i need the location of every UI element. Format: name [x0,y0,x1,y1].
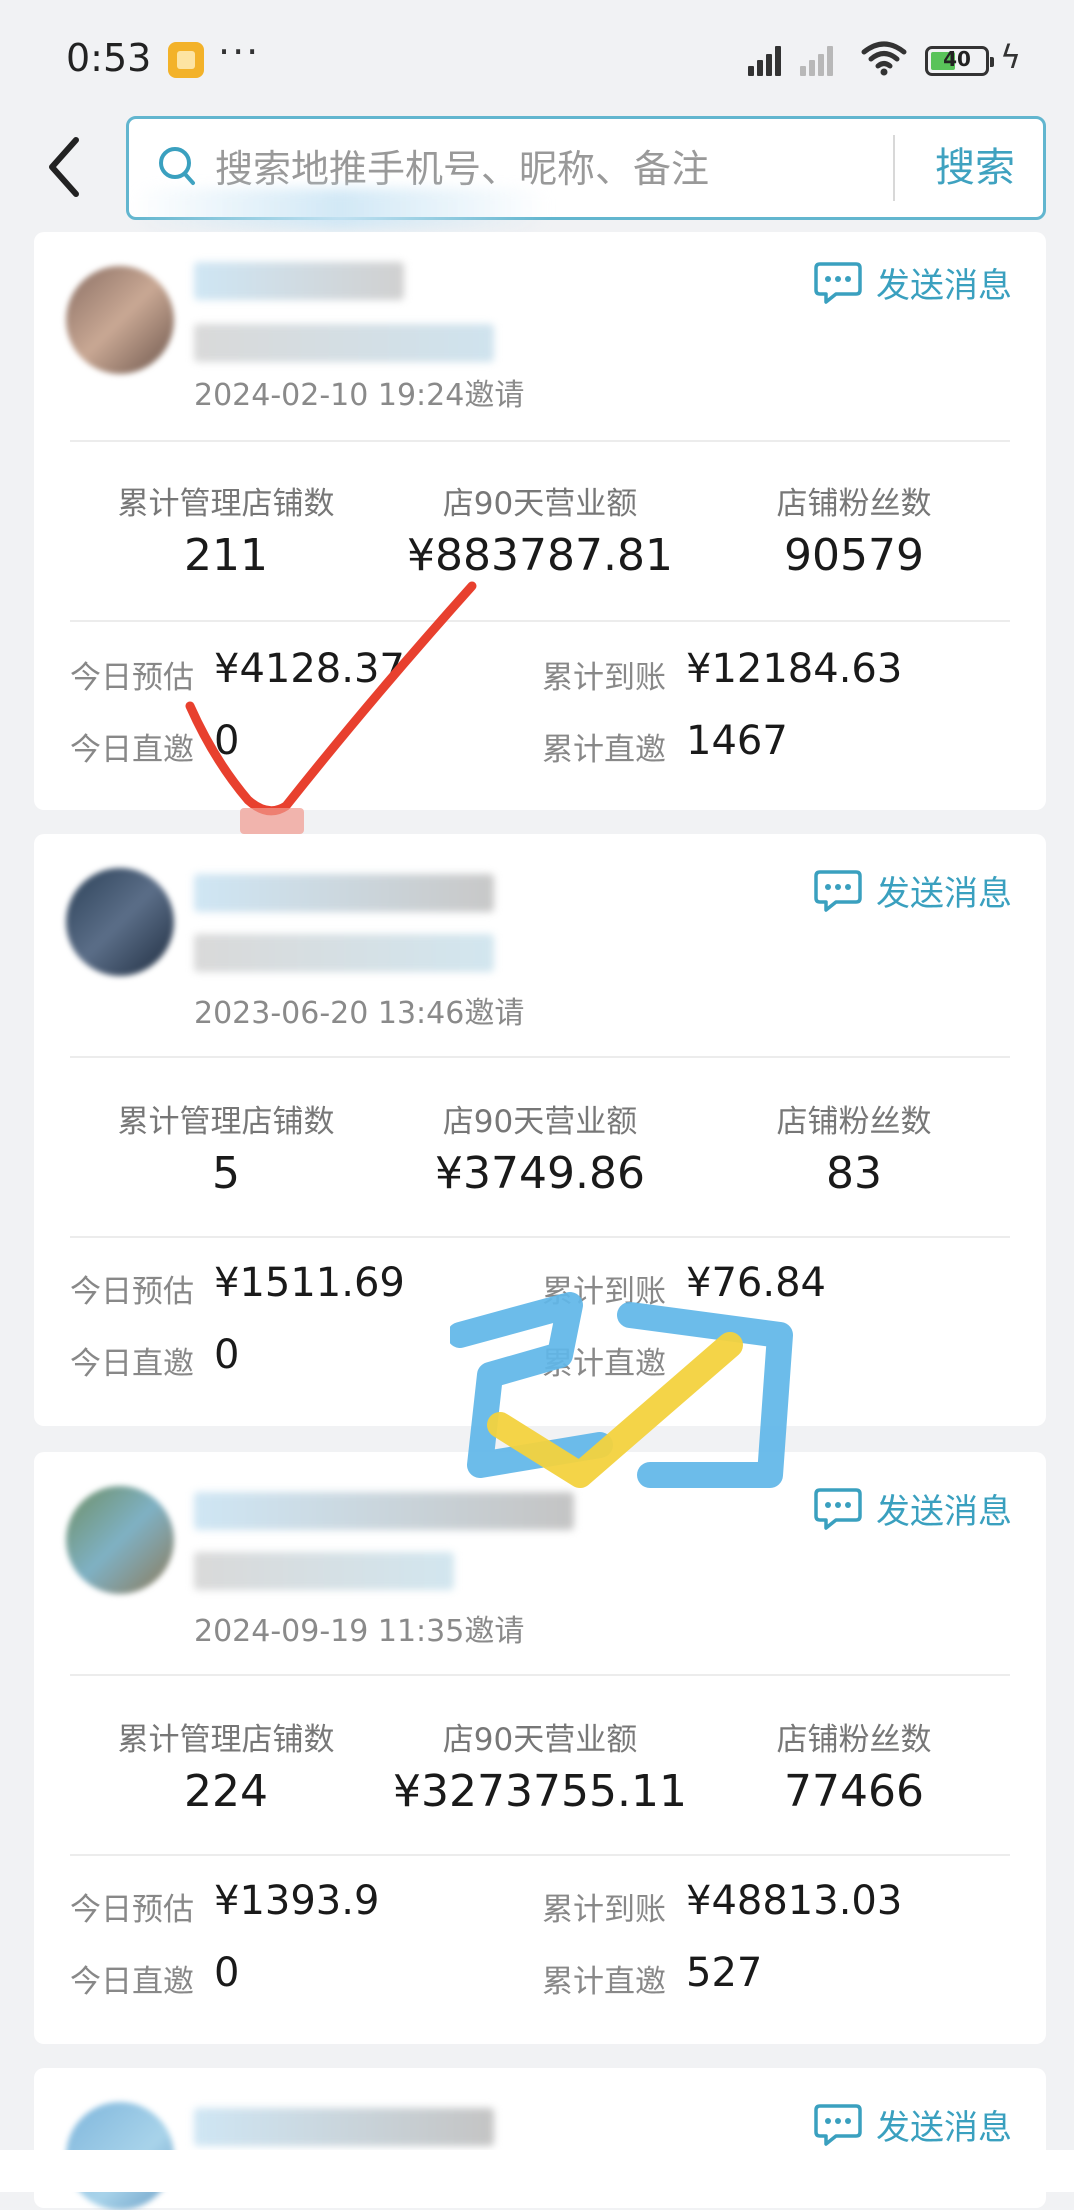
send-message-label: 发送消息 [876,2107,1012,2148]
promoter-card: 发送消息 2024-09-19 11:35邀请 累计管理店铺数 店90天营业额 … [34,1452,1046,2044]
total-received-label: 累计到账 [542,1274,666,1310]
today-est-value: ¥1511.69 [214,1260,405,1306]
promoter-name-redacted [194,2108,494,2146]
promoter-name-redacted [194,874,494,912]
today-direct-value: 0 [214,1332,240,1378]
fans-value: 83 [826,1148,882,1199]
total-direct-label: 累计直邀 [542,1346,666,1382]
notification-app-icon [168,42,204,78]
divider [70,440,1010,442]
message-bubble-icon [814,1488,862,1530]
stores-value: 211 [184,530,268,581]
promoter-remark-redacted [194,324,494,362]
revenue-label: 店90天营业额 [442,486,638,522]
send-message-label: 发送消息 [876,873,1012,914]
signal-secondary-icon [800,44,840,76]
stores-value: 5 [212,1148,240,1199]
total-direct-label: 累计直邀 [542,732,666,768]
today-est-value: ¥4128.37 [214,646,405,692]
total-direct-value: 527 [686,1950,763,1996]
stores-label: 累计管理店铺数 [117,1104,335,1140]
fans-value: 90579 [784,530,924,581]
total-received-value: ¥48813.03 [686,1878,903,1924]
today-direct-value: 0 [214,718,240,764]
stores-label: 累计管理店铺数 [117,486,335,522]
back-arrow-icon[interactable] [40,132,90,202]
today-direct-label: 今日直邀 [70,1964,194,2000]
wifi-icon [860,38,908,88]
invite-time: 2024-02-10 19:24邀请 [194,378,525,413]
total-received-value: ¥12184.63 [686,646,903,692]
message-bubble-icon [814,870,862,912]
promoter-remark-redacted [194,1552,454,1590]
battery-icon: 40 [925,46,994,76]
send-message-button[interactable]: 发送消息 [814,2094,1012,2154]
today-est-value: ¥1393.9 [214,1878,380,1924]
smudge-overlay [130,188,550,230]
invite-time: 2023-06-20 13:46邀请 [194,996,525,1031]
promoter-remark-redacted [194,934,494,972]
search-divider [893,135,895,201]
total-direct-label: 累计直邀 [542,1964,666,2000]
revenue-label: 店90天营业额 [442,1104,638,1140]
stores-value: 224 [184,1766,268,1817]
send-message-button[interactable]: 发送消息 [814,860,1012,920]
avatar[interactable] [66,266,174,374]
promoter-name-redacted [194,262,404,300]
total-received-value: ¥76.84 [686,1260,826,1306]
revenue-value: ¥3749.86 [435,1148,645,1199]
divider [70,1236,1010,1238]
message-bubble-icon [814,2104,862,2146]
fans-label: 店铺粉丝数 [776,1722,932,1758]
today-est-label: 今日预估 [70,660,194,696]
promoter-name-redacted [194,1492,574,1530]
divider [70,1854,1010,1856]
divider [70,1674,1010,1676]
search-button[interactable]: 搜索 [907,119,1043,217]
today-direct-value: 0 [214,1950,240,1996]
fans-value: 77466 [784,1766,924,1817]
charging-icon: ϟ [1000,38,1022,76]
divider [70,620,1010,622]
send-message-label: 发送消息 [876,265,1012,306]
avatar[interactable] [66,1486,174,1594]
bottom-fade [0,2150,1074,2192]
total-direct-value: 1467 [686,718,788,764]
today-direct-label: 今日直邀 [70,1346,194,1382]
fans-label: 店铺粉丝数 [776,1104,932,1140]
promoter-card: 发送消息 2024-02-10 19:24邀请 累计管理店铺数 店90天营业额 … [34,232,1046,810]
revenue-value: ¥883787.81 [407,530,673,581]
total-received-label: 累计到账 [542,1892,666,1928]
status-time: 0:53 [66,36,152,80]
send-message-label: 发送消息 [876,1491,1012,1532]
send-message-button[interactable]: 发送消息 [814,252,1012,312]
fans-label: 店铺粉丝数 [776,486,932,522]
message-bubble-icon [814,262,862,304]
promoter-card: 发送消息 2023-06-20 13:46邀请 累计管理店铺数 店90天营业额 … [34,834,1046,1426]
signal-icon [748,44,788,76]
more-notifications-icon: ··· [218,30,261,74]
today-est-label: 今日预估 [70,1892,194,1928]
revenue-value: ¥3273755.11 [393,1766,687,1817]
invite-time: 2024-09-19 11:35邀请 [194,1614,525,1649]
status-bar: 0:53 ··· 40 ϟ [0,0,1074,110]
today-direct-label: 今日直邀 [70,732,194,768]
divider [70,1056,1010,1058]
battery-level: 40 [943,47,971,71]
revenue-label: 店90天营业额 [442,1722,638,1758]
avatar[interactable] [66,868,174,976]
total-received-label: 累计到账 [542,660,666,696]
today-est-label: 今日预估 [70,1274,194,1310]
send-message-button[interactable]: 发送消息 [814,1478,1012,1538]
stores-label: 累计管理店铺数 [117,1722,335,1758]
